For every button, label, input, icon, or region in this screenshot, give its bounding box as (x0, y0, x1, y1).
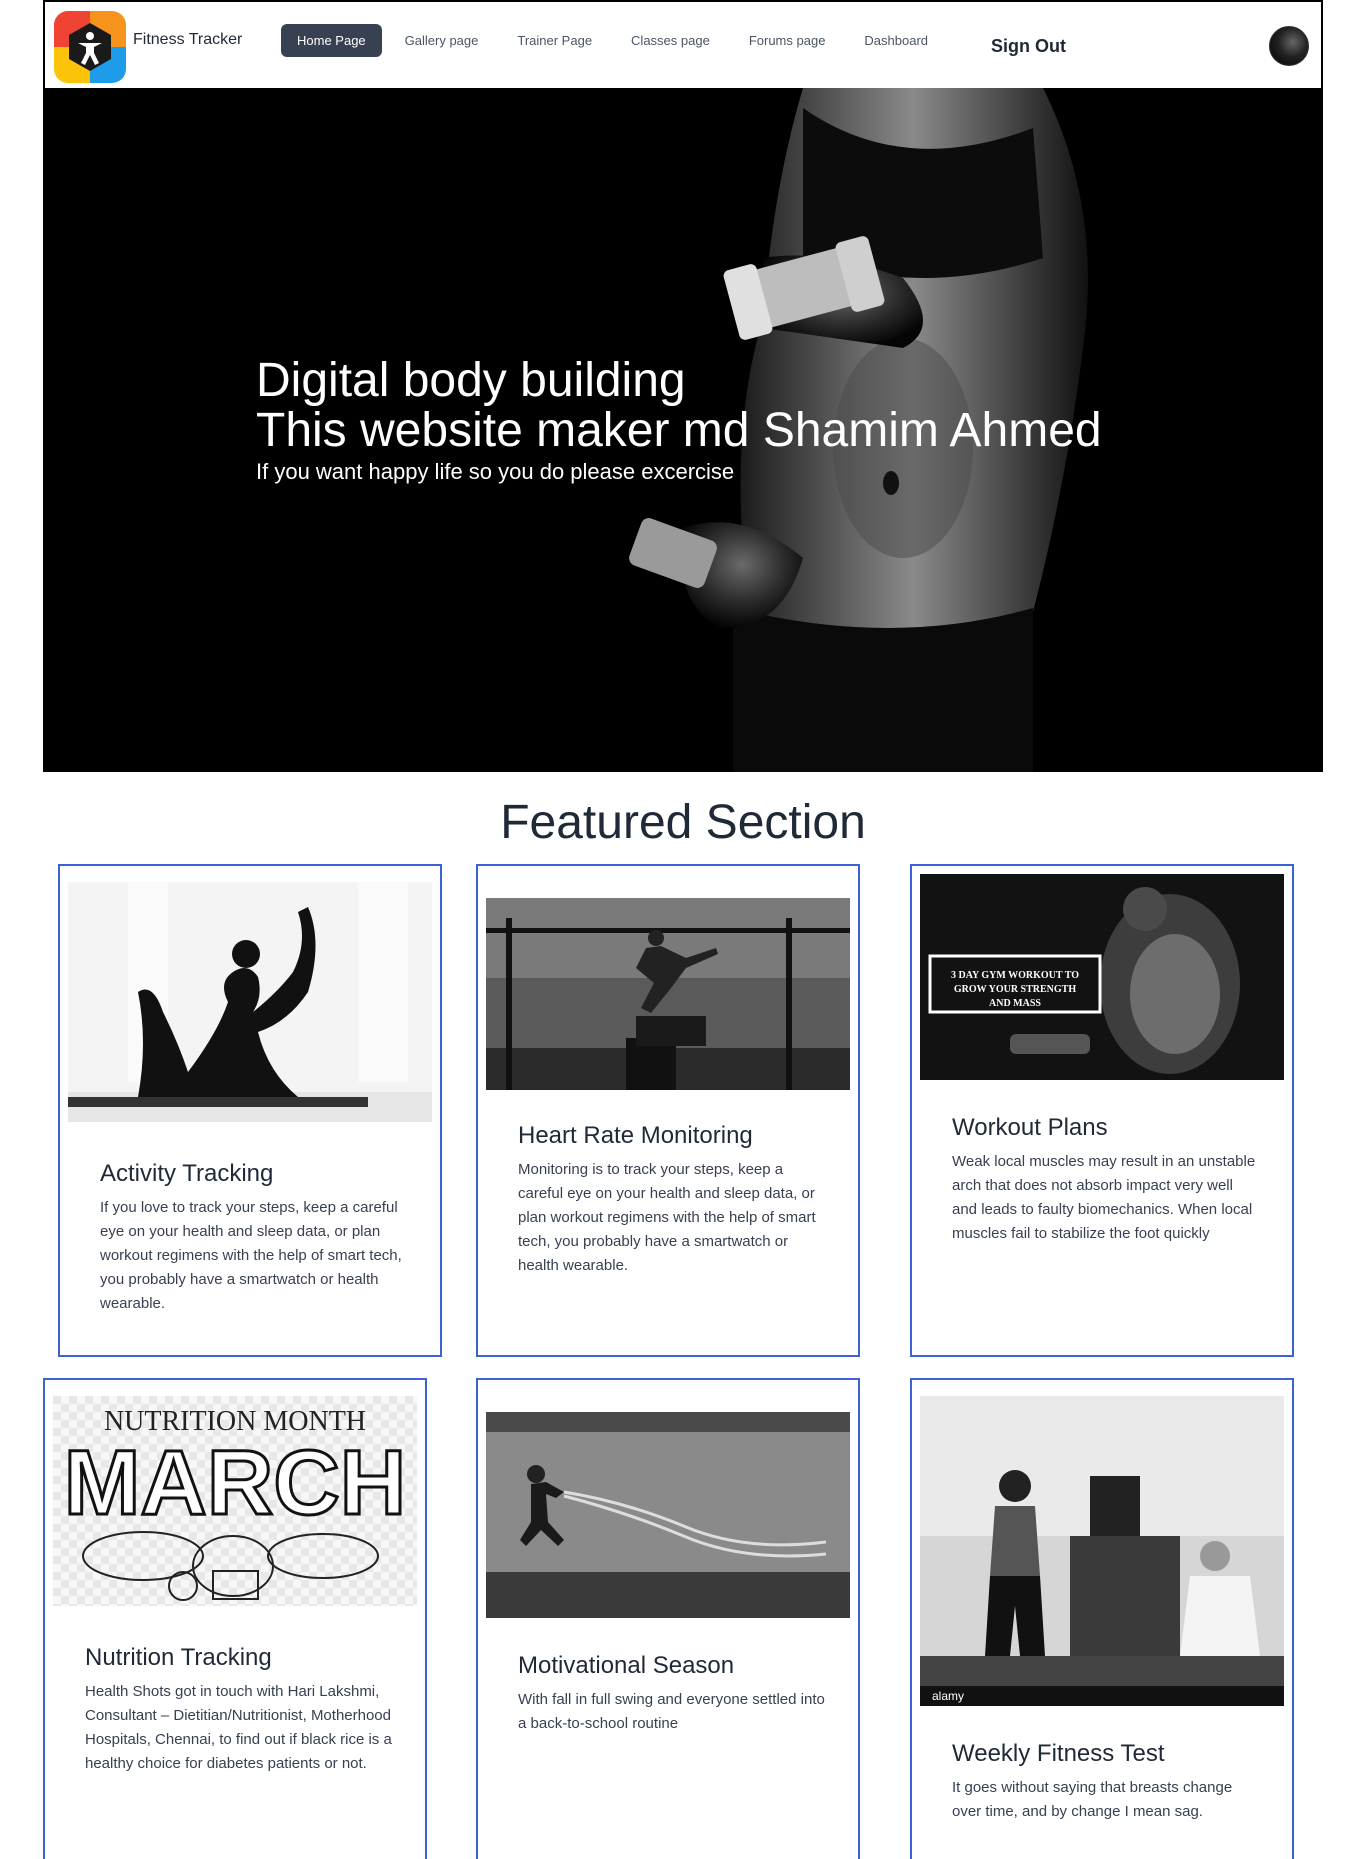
nav-classes-page[interactable]: Classes page (615, 24, 726, 57)
svg-text:MARCH: MARCH (64, 1432, 406, 1534)
card-title: Heart Rate Monitoring (518, 1122, 753, 1149)
nav-links: Home Page Gallery page Trainer Page Clas… (281, 22, 951, 58)
hero-subtitle: If you want happy life so you do please … (256, 459, 735, 484)
card-description: If you love to track your steps, keep a … (100, 1199, 402, 1312)
navbar: Fitness Tracker Home Page Gallery page T… (43, 0, 1323, 88)
hero-title-line1: Digital body building (256, 354, 686, 407)
card-title: Nutrition Tracking (85, 1644, 272, 1671)
card-title: Motivational Season (518, 1652, 735, 1679)
gym-workout-image: 3 DAY GYM WORKOUT TO GROW YOUR STRENGTH … (920, 874, 1284, 1080)
box-jump-image (486, 898, 850, 1090)
card-title: Workout Plans (952, 1114, 1108, 1141)
hero-title-line2: This website maker md Shamim Ahmed (256, 404, 1102, 457)
svg-text:AND MASS: AND MASS (989, 998, 1041, 1009)
nav-gallery-page[interactable]: Gallery page (389, 24, 495, 57)
hero-banner: Digital body building This website maker… (43, 88, 1323, 772)
user-avatar[interactable] (1269, 26, 1309, 66)
svg-text:GROW YOUR STRENGTH: GROW YOUR STRENGTH (954, 984, 1076, 995)
feature-card-activity-tracking[interactable]: Activity Tracking If you love to track y… (58, 864, 442, 1357)
card-description: It goes without saying that breasts chan… (952, 1779, 1233, 1820)
nutrition-month-image: NUTRITION MONTH MARCH (53, 1396, 417, 1606)
battle-rope-image (486, 1412, 850, 1618)
featured-section-title: Featured Section (500, 796, 866, 849)
fitness-test-image: alamy (920, 1396, 1284, 1706)
nav-home-page[interactable]: Home Page (281, 23, 382, 57)
svg-text:3 DAY GYM WORKOUT TO: 3 DAY GYM WORKOUT TO (951, 970, 1079, 981)
card-description: Monitoring is to track your steps, keep … (518, 1161, 816, 1274)
feature-card-nutrition-tracking[interactable]: NUTRITION MONTH MARCH Nutrition Tracking… (43, 1378, 427, 1859)
card-description: Weak local muscles may result in an unst… (952, 1153, 1256, 1242)
yoga-silhouette-image (68, 882, 432, 1122)
feature-card-workout-plans[interactable]: 3 DAY GYM WORKOUT TO GROW YOUR STRENGTH … (910, 864, 1294, 1357)
nav-trainer-page[interactable]: Trainer Page (501, 24, 608, 57)
hero-text: Digital body building This website maker… (256, 356, 1102, 486)
feature-card-motivational-season[interactable]: Motivational Season With fall in full sw… (476, 1378, 860, 1859)
alamy-watermark: alamy (932, 1689, 964, 1703)
card-title: Activity Tracking (100, 1160, 274, 1187)
card-title: Weekly Fitness Test (952, 1740, 1165, 1767)
brand-name[interactable]: Fitness Tracker (133, 31, 242, 49)
card-description: With fall in full swing and everyone set… (518, 1691, 825, 1732)
feature-card-weekly-fitness-test[interactable]: alamy Weekly Fitness Test It goes withou… (910, 1378, 1294, 1859)
card-description: Health Shots got in touch with Hari Laks… (85, 1683, 392, 1772)
sign-out-button[interactable]: Sign Out (991, 36, 1066, 57)
app-logo-icon[interactable] (54, 11, 126, 83)
nav-forums-page[interactable]: Forums page (733, 24, 842, 57)
feature-card-heart-rate-monitoring[interactable]: Heart Rate Monitoring Monitoring is to t… (476, 864, 860, 1357)
nav-dashboard[interactable]: Dashboard (848, 24, 944, 57)
